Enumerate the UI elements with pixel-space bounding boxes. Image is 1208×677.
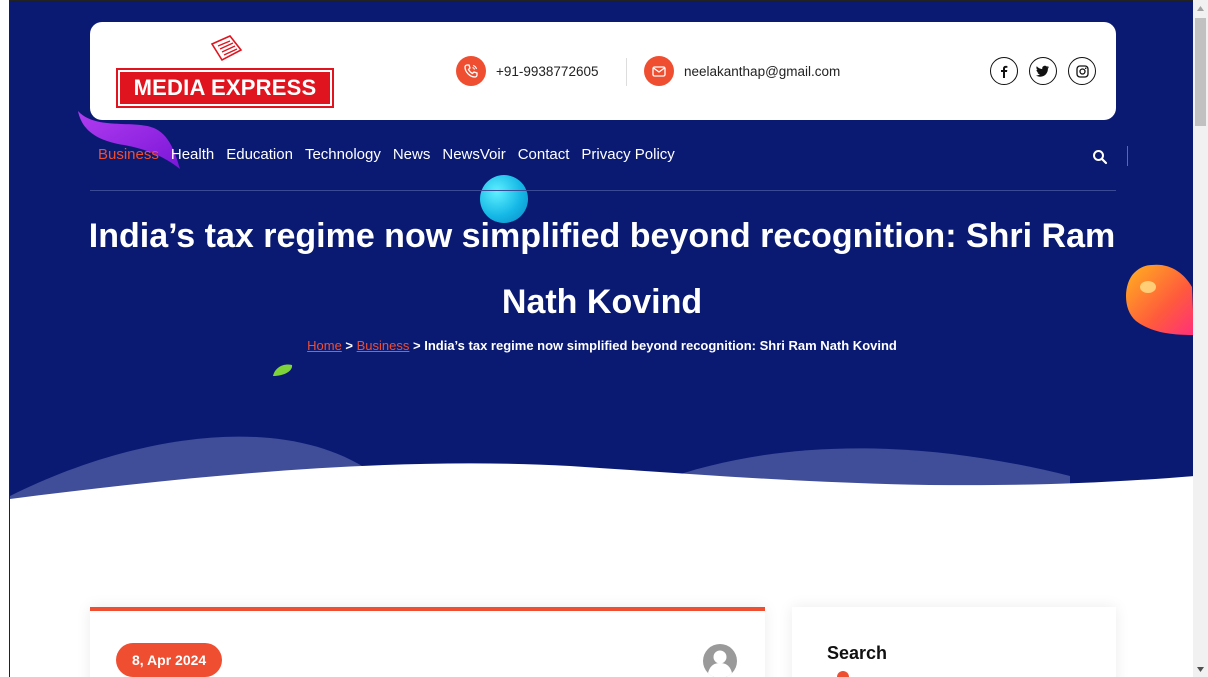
hero-banner: MEDIA EXPRESS +91-9938772605 neelakantha… xyxy=(10,1,1193,521)
top-header-bar: MEDIA EXPRESS +91-9938772605 neelakantha… xyxy=(90,22,1116,120)
phone-number: +91-9938772605 xyxy=(496,63,599,79)
main-navigation: Business Health Education Technology New… xyxy=(98,146,675,163)
breadcrumb-home-link[interactable]: Home xyxy=(307,338,342,353)
page-title: India’s tax regime now simplified beyond… xyxy=(88,217,1116,321)
facebook-icon[interactable] xyxy=(990,57,1018,85)
vertical-scrollbar[interactable] xyxy=(1193,0,1208,677)
nav-divider-line xyxy=(90,190,1116,191)
email-contact[interactable]: neelakanthap@gmail.com xyxy=(644,56,840,86)
breadcrumb-current: India’s tax regime now simplified beyond… xyxy=(424,338,897,353)
contact-divider xyxy=(626,58,627,86)
browser-viewport: MEDIA EXPRESS +91-9938772605 neelakantha… xyxy=(9,0,1193,677)
logo-wordmark-frame: MEDIA EXPRESS xyxy=(116,68,334,108)
nav-separator xyxy=(1127,146,1128,166)
decorative-blob-green xyxy=(273,364,293,376)
phone-contact[interactable]: +91-9938772605 xyxy=(456,56,598,86)
nav-item-technology[interactable]: Technology xyxy=(305,146,381,163)
title-accent-dot xyxy=(837,671,849,677)
nav-item-news[interactable]: News xyxy=(393,146,431,163)
scroll-down-arrow-icon[interactable] xyxy=(1193,661,1208,677)
nav-item-contact[interactable]: Contact xyxy=(518,146,570,163)
logo-wordmark: MEDIA EXPRESS xyxy=(120,72,330,104)
site-logo[interactable]: MEDIA EXPRESS xyxy=(116,34,342,112)
search-icon[interactable] xyxy=(1092,149,1108,165)
scrollbar-thumb[interactable] xyxy=(1195,18,1206,126)
nav-item-privacy-policy[interactable]: Privacy Policy xyxy=(581,146,674,163)
sidebar-search-widget: Search xyxy=(792,607,1116,677)
breadcrumb: Home > Business > India’s tax regime now… xyxy=(10,338,1193,353)
mail-icon xyxy=(644,56,674,86)
hero-waves xyxy=(10,436,1193,521)
email-address: neelakanthap@gmail.com xyxy=(684,63,841,79)
instagram-icon[interactable] xyxy=(1068,57,1096,85)
breadcrumb-separator: > xyxy=(409,338,425,353)
nav-item-health[interactable]: Health xyxy=(171,146,214,163)
post-card: 8, Apr 2024 xyxy=(90,607,765,677)
nav-item-business[interactable]: Business xyxy=(98,146,159,163)
author-avatar-icon[interactable] xyxy=(702,643,738,677)
newspaper-icon xyxy=(210,35,243,62)
nav-item-education[interactable]: Education xyxy=(226,146,293,163)
post-date-badge: 8, Apr 2024 xyxy=(116,643,223,677)
nav-item-newsvoir[interactable]: NewsVoir xyxy=(442,146,505,163)
scroll-up-arrow-icon[interactable] xyxy=(1193,0,1208,16)
phone-icon xyxy=(456,56,486,86)
breadcrumb-category-link[interactable]: Business xyxy=(357,338,410,353)
breadcrumb-separator: > xyxy=(341,338,357,353)
twitter-icon[interactable] xyxy=(1029,57,1057,85)
sidebar-search-title: Search xyxy=(827,643,888,663)
